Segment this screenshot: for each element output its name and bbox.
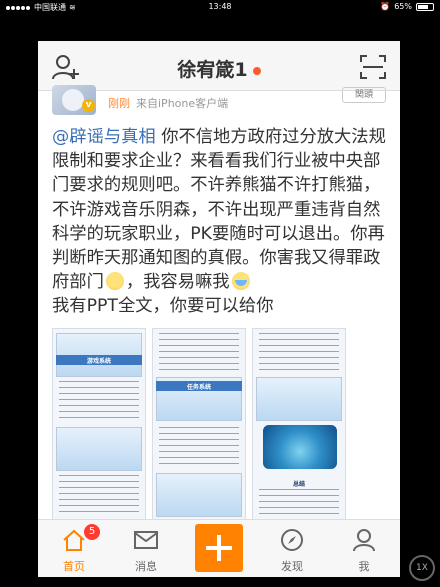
nav-title-text: 徐宥箴1: [177, 59, 248, 81]
post-time: 刚刚: [108, 97, 130, 110]
nav-bar: 徐宥箴1: [38, 41, 400, 91]
home-icon: [63, 529, 85, 551]
nav-title[interactable]: 徐宥箴1: [38, 55, 400, 82]
battery-group: ⏰ 65%: [380, 2, 434, 11]
weibo-app: 徐宥箴1 v 刚刚 来自iPhone客户端 関頭 @辟谣与真相 你不信地方政府过分…: [38, 41, 400, 577]
status-time: 13:48: [208, 2, 232, 11]
thumbnail-label: 总结: [292, 481, 305, 488]
blush-emoji-icon: [105, 272, 124, 291]
follow-button[interactable]: 関頭: [342, 87, 386, 103]
battery-icon: [416, 2, 434, 11]
tab-discover-label: 发现: [281, 560, 303, 573]
tab-me-label: 我: [358, 560, 370, 573]
home-badge: 5: [84, 524, 100, 540]
tab-home[interactable]: 5 首页: [38, 520, 110, 577]
scan-icon[interactable]: [360, 55, 386, 79]
person-icon: [353, 529, 375, 552]
post-header: v 刚刚 来自iPhone客户端 関頭: [38, 85, 400, 119]
post-source: 来自iPhone客户端: [136, 97, 229, 110]
compass-icon: [281, 529, 303, 551]
post-text-part2: ，我容易嘛我: [125, 272, 230, 293]
status-bar: 中国联通 ≋ 13:48 ⏰ 65%: [0, 0, 440, 14]
tab-me[interactable]: 我: [328, 520, 400, 577]
thumbnail-label: 游戏系统: [86, 358, 111, 365]
post-text-part1: 你不信地方政府过分放大法规限制和要求企业？来看看我们行业被中央部门要求的规则吧。…: [52, 127, 386, 293]
tab-messages-label: 消息: [135, 560, 157, 573]
tab-discover[interactable]: 发现: [256, 520, 328, 577]
thumbnail-label: 任务系统: [186, 384, 211, 391]
post-text-part3: 我有PPT全文，你要可以给你: [52, 296, 274, 317]
tab-bar: 5 首页 消息 发现 我: [38, 519, 400, 577]
tab-messages[interactable]: 消息: [110, 520, 182, 577]
tab-compose[interactable]: [183, 520, 255, 577]
battery-percent: 65%: [394, 2, 412, 11]
mention-link[interactable]: @辟谣与真相: [52, 127, 156, 147]
post-text: @辟谣与真相 你不信地方政府过分放大法规限制和要求企业？来看看我们行业被中央部门…: [52, 125, 392, 319]
plus-icon: [195, 524, 243, 572]
zoom-indicator[interactable]: 1X: [409, 555, 435, 581]
alarm-icon: ⏰: [380, 2, 391, 11]
verified-badge-icon: v: [82, 99, 95, 112]
notification-dot: [252, 66, 261, 75]
post-meta: 刚刚 来自iPhone客户端: [108, 95, 228, 111]
crying-emoji-icon: [231, 272, 250, 291]
tab-home-label: 首页: [63, 560, 85, 573]
mail-icon: [134, 531, 158, 549]
